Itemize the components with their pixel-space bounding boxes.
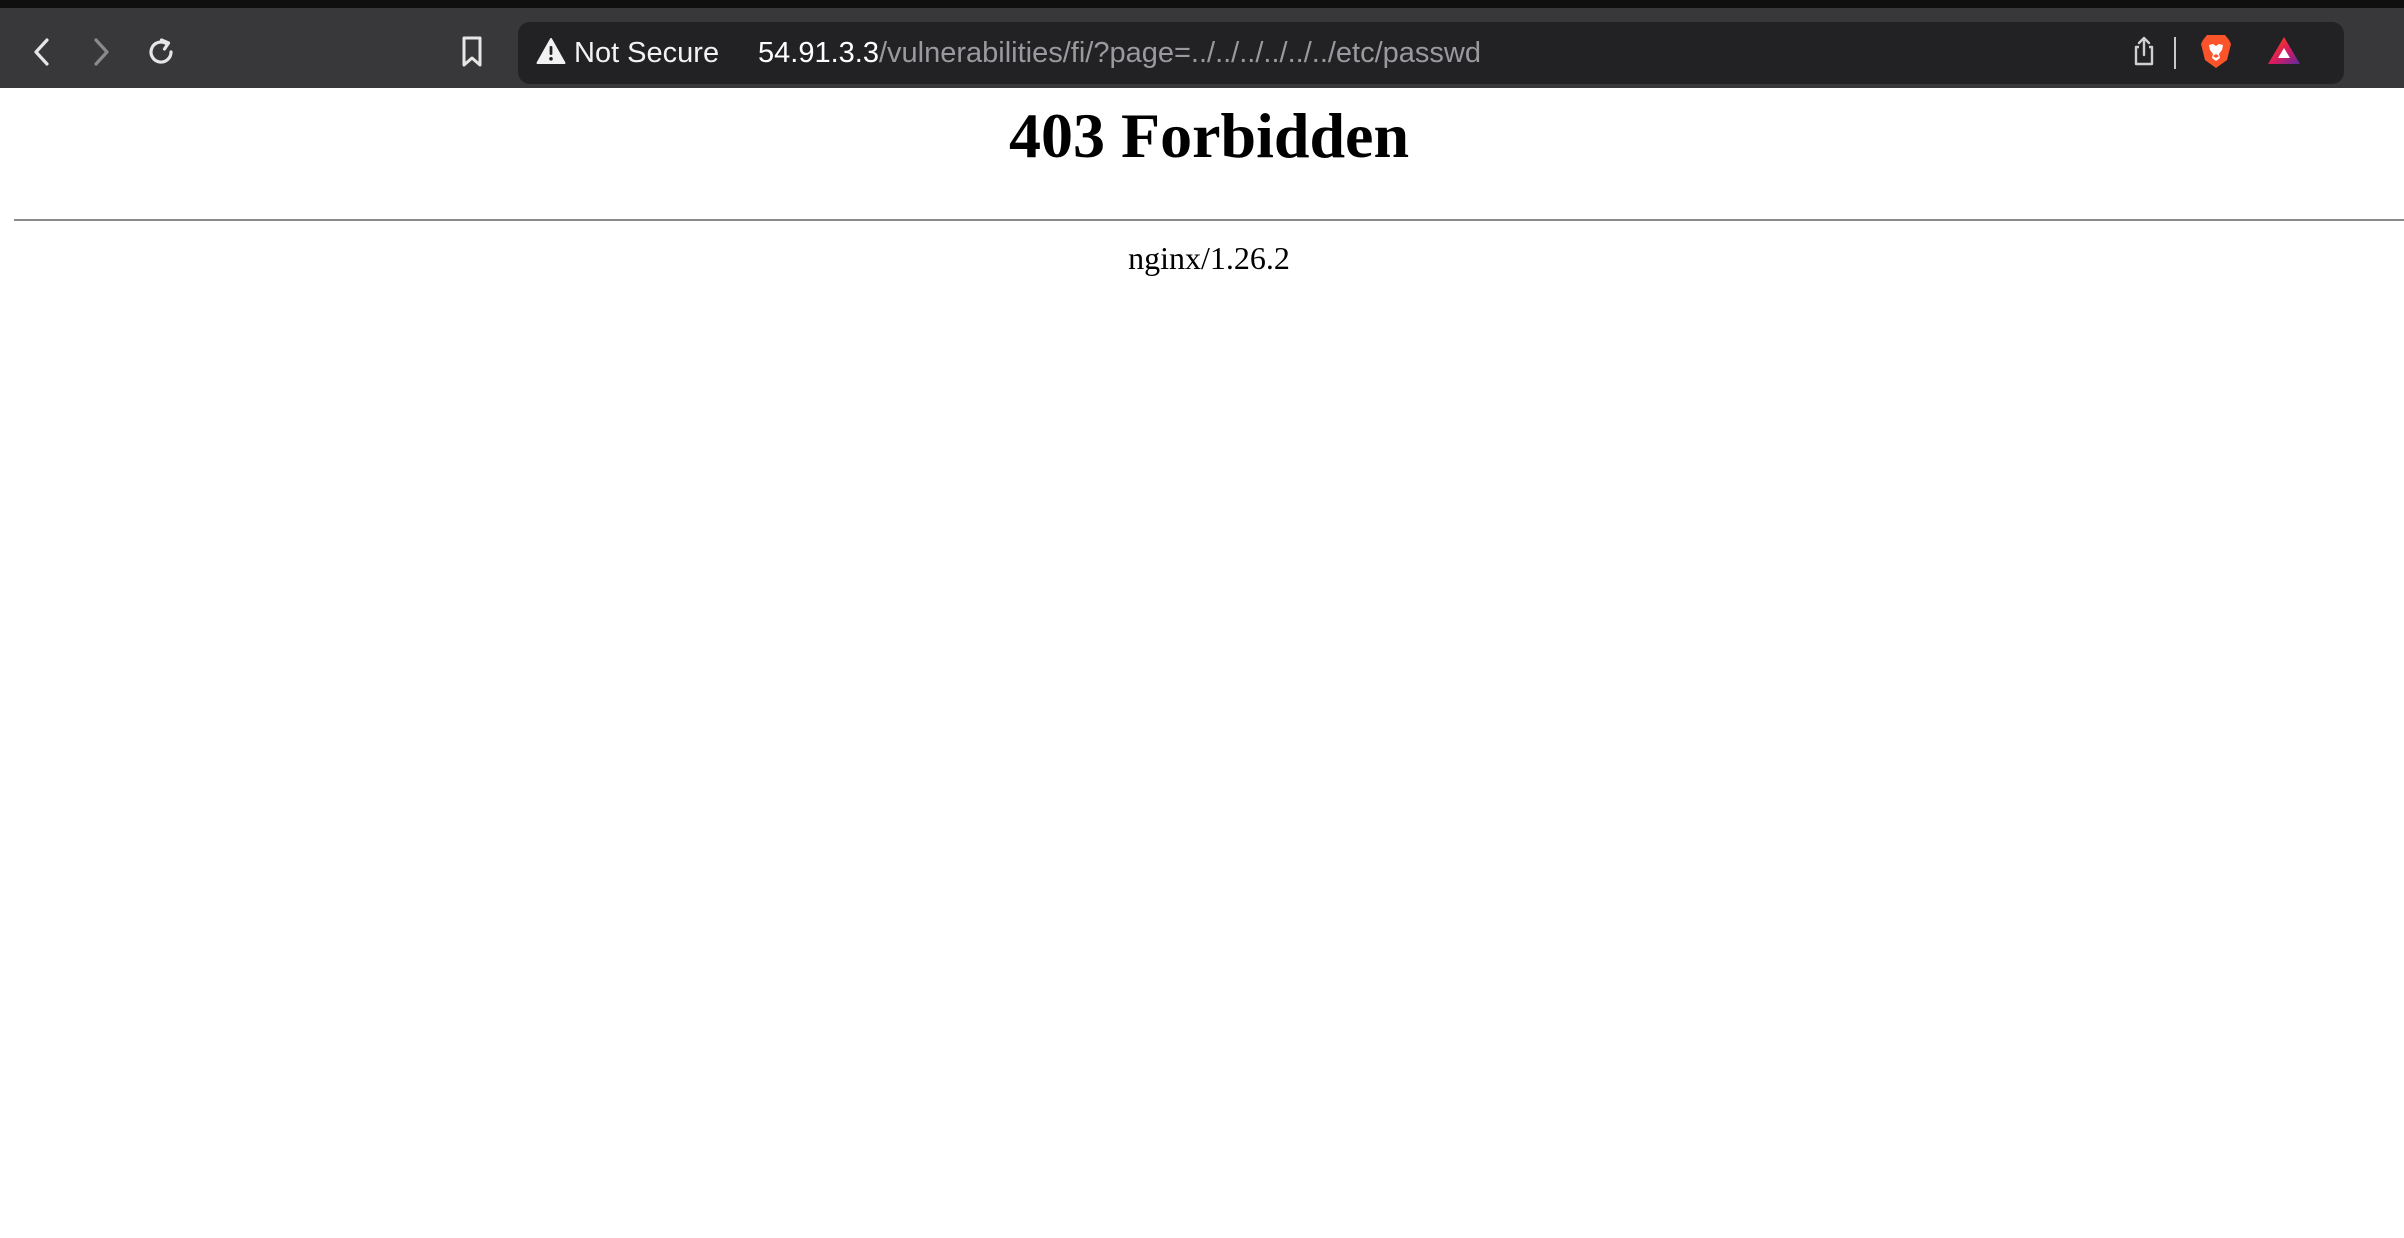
reload-icon <box>144 35 178 69</box>
chevron-left-icon <box>30 36 54 68</box>
url-host: 54.91.3.3 <box>758 37 879 69</box>
divider <box>14 219 2404 221</box>
url-path: /vulnerabilities/fi/?page=../../../../..… <box>878 37 1482 69</box>
share-button[interactable] <box>2122 31 2166 75</box>
security-indicator[interactable]: Not Secure <box>536 22 719 84</box>
forward-button[interactable] <box>79 30 123 74</box>
page-content: 403 Forbidden nginx/1.26.2 <box>0 88 2404 1238</box>
bookmark-button[interactable] <box>450 30 494 74</box>
server-signature: nginx/1.26.2 <box>1128 240 1290 276</box>
brave-rewards-button[interactable] <box>2262 31 2306 75</box>
address-bar[interactable]: Not Secure 54.91.3.3/vulnerabilities/fi/… <box>518 22 2344 84</box>
back-button[interactable] <box>20 30 64 74</box>
error-heading: 403 Forbidden <box>1008 100 1410 171</box>
browser-toolbar: Not Secure 54.91.3.3/vulnerabilities/fi/… <box>0 0 2404 88</box>
brave-shields-button[interactable] <box>2194 31 2238 75</box>
brave-lion-icon <box>2199 32 2233 75</box>
chevron-right-icon <box>89 36 113 68</box>
share-icon <box>2130 35 2158 72</box>
reload-button[interactable] <box>139 30 183 74</box>
warning-triangle-icon <box>536 37 566 70</box>
bookmark-icon <box>458 35 486 69</box>
security-label: Not Secure <box>574 36 720 69</box>
brave-rewards-triangle-icon <box>2266 35 2302 72</box>
url-text[interactable]: 54.91.3.3/vulnerabilities/fi/?page=../..… <box>758 22 1481 84</box>
toolbar-divider <box>2174 37 2176 69</box>
